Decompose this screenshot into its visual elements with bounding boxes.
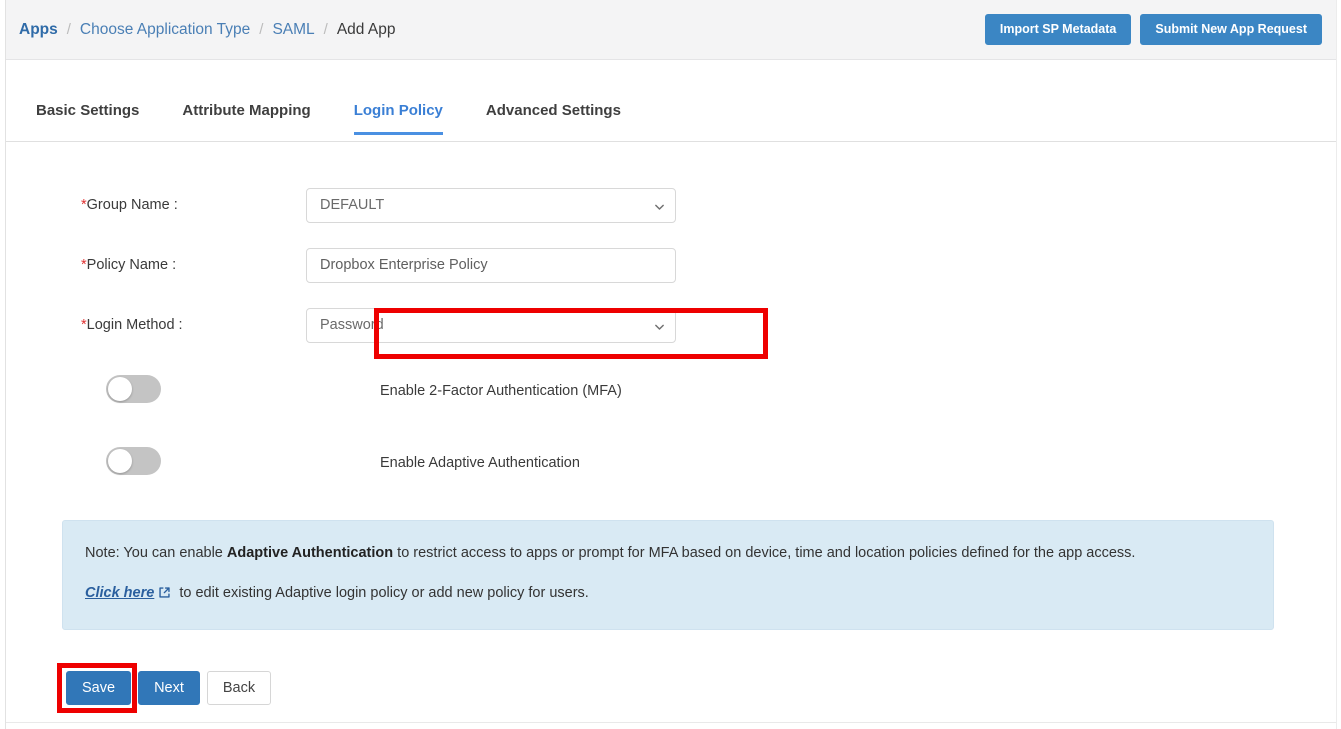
group-name-row: *Group Name : DEFAULT <box>6 175 1336 235</box>
policy-name-label: *Policy Name : <box>6 257 306 273</box>
tab-bar: Basic Settings Attribute Mapping Login P… <box>6 95 1336 142</box>
login-method-row: *Login Method : Password <box>6 295 1336 355</box>
note-line-2: Click here to edit existing Adaptive log… <box>85 584 1251 603</box>
page-right-gutter <box>1336 0 1341 729</box>
import-sp-metadata-button[interactable]: Import SP Metadata <box>985 14 1131 46</box>
adaptive-toggle-row: Enable Adaptive Authentication <box>6 427 1336 499</box>
policy-name-field-wrap <box>306 248 676 283</box>
enable-adaptive-authentication-label: Enable Adaptive Authentication <box>306 455 580 471</box>
adaptive-toggle-cell <box>6 447 306 480</box>
toggle-knob <box>108 449 132 473</box>
toggle-knob <box>108 377 132 401</box>
breadcrumb-item-choose-application-type[interactable]: Choose Application Type <box>80 21 250 39</box>
save-button[interactable]: Save <box>66 671 131 705</box>
page-header: Apps / Choose Application Type / SAML / … <box>6 0 1336 60</box>
mfa-toggle-cell <box>6 375 306 408</box>
group-name-label-text: Group Name : <box>87 197 178 213</box>
login-method-select[interactable]: Password <box>306 308 676 343</box>
policy-name-row: *Policy Name : <box>6 235 1336 295</box>
click-here-link[interactable]: Click here <box>85 585 154 601</box>
group-name-select[interactable]: DEFAULT <box>306 188 676 223</box>
enable-mfa-toggle[interactable] <box>106 375 161 403</box>
mfa-toggle-row: Enable 2-Factor Authentication (MFA) <box>6 355 1336 427</box>
note-prefix: Note: You can enable <box>85 545 227 561</box>
back-button[interactable]: Back <box>207 671 271 705</box>
breadcrumb-separator: / <box>324 21 328 38</box>
tab-basic-settings[interactable]: Basic Settings <box>36 95 139 135</box>
group-name-label: *Group Name : <box>6 197 306 213</box>
enable-mfa-label: Enable 2-Factor Authentication (MFA) <box>306 383 622 399</box>
note-line-1: Note: You can enable Adaptive Authentica… <box>85 544 1251 563</box>
group-name-field-wrap: DEFAULT <box>306 188 676 223</box>
note-bold-term: Adaptive Authentication <box>227 545 393 561</box>
external-link-icon[interactable] <box>158 586 171 599</box>
breadcrumb: Apps / Choose Application Type / SAML / … <box>19 21 395 39</box>
policy-name-label-text: Policy Name : <box>87 257 176 273</box>
breadcrumb-separator: / <box>67 21 71 38</box>
policy-name-input[interactable] <box>306 248 676 283</box>
tab-attribute-mapping[interactable]: Attribute Mapping <box>182 95 310 135</box>
breadcrumb-item-apps[interactable]: Apps <box>19 21 58 39</box>
footer-divider <box>6 722 1336 723</box>
login-method-label: *Login Method : <box>6 317 306 333</box>
login-method-field-wrap: Password <box>306 308 676 343</box>
note-line2-suffix: to edit existing Adaptive login policy o… <box>175 585 588 601</box>
form-actions: Save Next Back <box>66 671 271 705</box>
tab-login-policy[interactable]: Login Policy <box>354 95 443 135</box>
note-suffix: to restrict access to apps or prompt for… <box>393 545 1135 561</box>
breadcrumb-item-add-app: Add App <box>337 21 396 39</box>
breadcrumb-item-saml[interactable]: SAML <box>272 21 314 39</box>
adaptive-authentication-note: Note: You can enable Adaptive Authentica… <box>62 520 1274 630</box>
enable-adaptive-authentication-toggle[interactable] <box>106 447 161 475</box>
breadcrumb-separator: / <box>259 21 263 38</box>
header-actions: Import SP Metadata Submit New App Reques… <box>985 14 1322 46</box>
login-policy-form: *Group Name : DEFAULT *Policy Name : *Lo… <box>6 175 1336 499</box>
login-method-label-text: Login Method : <box>87 317 183 333</box>
tab-advanced-settings[interactable]: Advanced Settings <box>486 95 621 135</box>
submit-new-app-request-button[interactable]: Submit New App Request <box>1140 14 1322 46</box>
next-button[interactable]: Next <box>138 671 200 705</box>
